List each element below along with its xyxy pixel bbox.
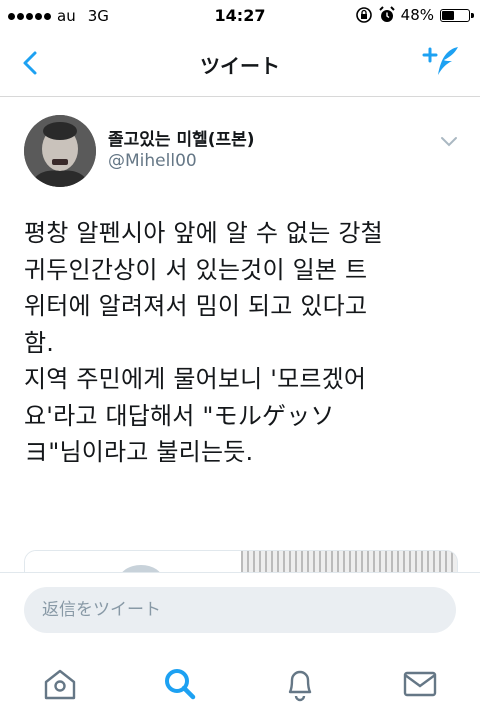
page-title: ツイート xyxy=(200,54,280,78)
battery-percent: 48% xyxy=(400,6,434,24)
author-name[interactable]: 졸고있는 미헬(프본) xyxy=(108,125,255,150)
compose-tweet-icon xyxy=(422,47,458,75)
battery-icon xyxy=(440,8,474,22)
orientation-lock-icon xyxy=(355,7,372,23)
nav-bar: ツイート xyxy=(0,32,480,97)
tweet-text: 평창 알펜시아 앞에 알 수 없는 강철 귀두인간상이 서 있는것이 일본 트 … xyxy=(24,219,383,466)
tab-home[interactable] xyxy=(42,666,78,702)
compose-tweet-button[interactable] xyxy=(422,44,462,80)
notifications-icon xyxy=(288,670,312,702)
home-icon xyxy=(44,669,76,700)
alarm-icon xyxy=(378,6,395,22)
author-handle[interactable]: @Mihell00 xyxy=(108,151,197,171)
tab-messages[interactable] xyxy=(402,666,438,702)
chevron-down-icon xyxy=(441,137,457,147)
messages-icon xyxy=(403,671,437,697)
tab-bar xyxy=(0,652,480,720)
reply-input[interactable]: 返信をツイート xyxy=(24,587,456,633)
tab-notifications[interactable] xyxy=(282,666,318,702)
status-bar: au 3G 14:27 48% xyxy=(0,0,480,32)
tweet-menu-button[interactable] xyxy=(440,133,458,147)
reply-bar: 返信をツイート xyxy=(0,572,480,653)
tab-search[interactable] xyxy=(162,666,198,702)
search-icon xyxy=(165,669,196,700)
avatar[interactable] xyxy=(24,115,96,187)
status-right: 48% xyxy=(355,6,474,24)
